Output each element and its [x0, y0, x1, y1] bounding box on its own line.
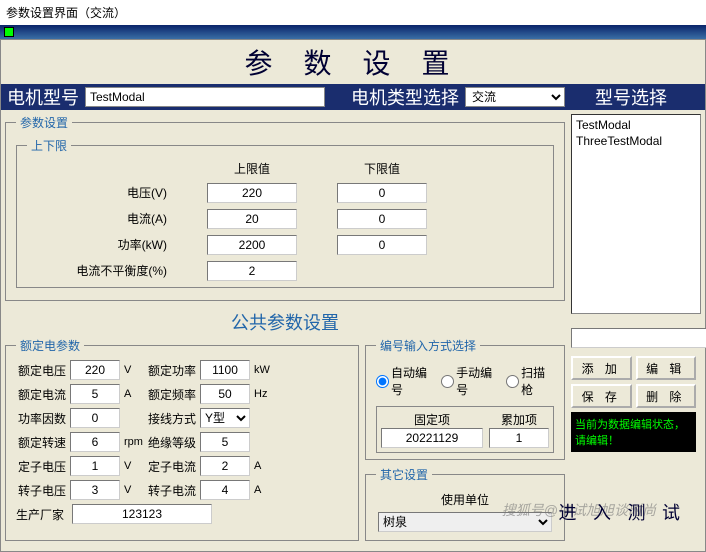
fixed-item-input[interactable] — [381, 428, 483, 448]
model-listbox[interactable]: TestModal ThreeTestModal — [571, 114, 701, 314]
app-icon — [4, 27, 14, 37]
stator-voltage-input[interactable] — [70, 456, 120, 476]
model-input[interactable] — [85, 87, 325, 107]
voltage-lower-input[interactable] — [337, 183, 427, 203]
insulation-input[interactable] — [200, 432, 250, 452]
rated-voltage-label: 额定电压 — [16, 362, 66, 379]
search-input[interactable] — [571, 328, 706, 348]
wiring-select[interactable]: Y型 — [200, 408, 250, 428]
rotor-voltage-input[interactable] — [70, 480, 120, 500]
stator-current-label: 定子电流 — [146, 458, 196, 475]
rated-freq-label: 额定频率 — [146, 386, 196, 403]
edit-button[interactable]: 编 辑 — [636, 356, 697, 380]
header-bar: 电机型号 电机类型选择 交流 型号选择 — [1, 84, 705, 110]
rotor-voltage-label: 转子电压 — [16, 482, 66, 499]
insulation-label: 绝缘等级 — [146, 434, 196, 451]
use-unit-label: 使用单位 — [378, 491, 552, 508]
enter-test-button[interactable]: 进 入 测 试 — [559, 499, 687, 525]
param-settings-group: 参数设置 上下限 上限值 下限值 电压(V) 电流(A) 功率(kW) — [5, 114, 565, 301]
power-factor-label: 功率因数 — [16, 410, 66, 427]
wiring-label: 接线方式 — [146, 410, 196, 427]
current-upper-input[interactable] — [207, 209, 297, 229]
acc-item-input[interactable] — [489, 428, 549, 448]
stator-current-input[interactable] — [200, 456, 250, 476]
manufacturer-label: 生产厂家 — [16, 506, 64, 523]
power-factor-input[interactable] — [70, 408, 120, 428]
voltage-upper-input[interactable] — [207, 183, 297, 203]
limits-group: 上下限 上限值 下限值 电压(V) 电流(A) 功率(kW) — [16, 137, 554, 288]
power-limit-label: 功率(kW) — [67, 235, 167, 255]
rated-params-group: 额定电参数 额定电压 V 额定功率 kW 额定电流 A 额定频率 Hz — [5, 337, 359, 541]
other-settings-group: 其它设置 使用单位 树泉 — [365, 466, 565, 541]
power-lower-input[interactable] — [337, 235, 427, 255]
current-lower-input[interactable] — [337, 209, 427, 229]
rated-freq-input[interactable] — [200, 384, 250, 404]
list-item[interactable]: ThreeTestModal — [574, 133, 698, 149]
rotor-current-input[interactable] — [200, 480, 250, 500]
rated-voltage-input[interactable] — [70, 360, 120, 380]
list-item[interactable]: TestModal — [574, 117, 698, 133]
window-titlebar — [0, 25, 706, 39]
rated-speed-label: 额定转速 — [16, 434, 66, 451]
manual-number-radio[interactable]: 手动编号 — [441, 364, 500, 398]
delete-button[interactable]: 删 除 — [636, 384, 697, 408]
model-label: 电机型号 — [1, 84, 85, 110]
scan-number-radio[interactable]: 扫描枪 — [506, 364, 554, 398]
other-settings-legend: 其它设置 — [376, 466, 432, 483]
side-title: 型号选择 — [565, 84, 697, 110]
limits-legend: 上下限 — [27, 137, 71, 154]
use-unit-select[interactable]: 树泉 — [378, 512, 552, 532]
public-params-title: 公共参数设置 — [5, 307, 565, 337]
rated-current-label: 额定电流 — [16, 386, 66, 403]
imbalance-upper-input[interactable] — [207, 261, 297, 281]
rated-speed-input[interactable] — [70, 432, 120, 452]
add-button[interactable]: 添 加 — [571, 356, 632, 380]
power-upper-input[interactable] — [207, 235, 297, 255]
type-select[interactable]: 交流 — [465, 87, 565, 107]
auto-number-radio[interactable]: 自动编号 — [376, 364, 435, 398]
lower-header: 下限值 — [337, 160, 427, 177]
param-settings-legend: 参数设置 — [16, 114, 72, 131]
stator-voltage-label: 定子电压 — [16, 458, 66, 475]
current-limit-label: 电流(A) — [67, 209, 167, 229]
rated-params-legend: 额定电参数 — [16, 337, 84, 354]
main-title: 参 数 设 置 — [1, 40, 705, 84]
rated-power-input[interactable] — [200, 360, 250, 380]
rated-current-input[interactable] — [70, 384, 120, 404]
numbering-group: 编号输入方式选择 自动编号 手动编号 扫描枪 固定项 — [365, 337, 565, 460]
numbering-legend: 编号输入方式选择 — [376, 337, 480, 354]
rotor-current-label: 转子电流 — [146, 482, 196, 499]
voltage-limit-label: 电压(V) — [67, 183, 167, 203]
status-message: 当前为数据编辑状态，请编辑！ — [571, 412, 696, 452]
save-button[interactable]: 保 存 — [571, 384, 632, 408]
fixed-item-label: 固定项 — [381, 411, 483, 428]
rated-power-label: 额定功率 — [146, 362, 196, 379]
type-label: 电机类型选择 — [345, 84, 465, 110]
manufacturer-input[interactable] — [72, 504, 212, 524]
upper-header: 上限值 — [207, 160, 297, 177]
page-caption: 参数设置界面（交流） — [0, 0, 706, 25]
acc-item-label: 累加项 — [489, 411, 549, 428]
imbalance-limit-label: 电流不平衡度(%) — [67, 261, 167, 281]
